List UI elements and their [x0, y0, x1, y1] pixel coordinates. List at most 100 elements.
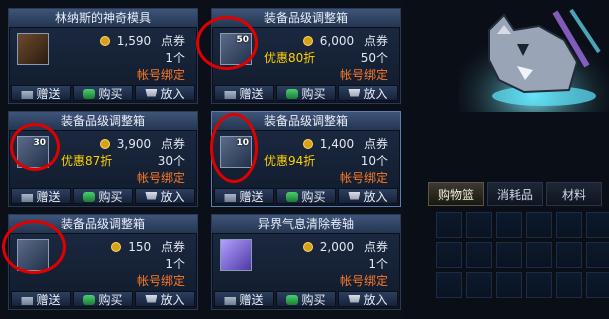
cart-slot[interactable]	[556, 242, 582, 268]
bound-label: 帐号绑定	[136, 171, 185, 185]
buy-button[interactable]: 购买	[276, 85, 336, 101]
price-value: 3,900	[116, 137, 152, 151]
gift-icon	[21, 194, 34, 202]
price: 1,590 点券	[99, 32, 185, 49]
buy-button[interactable]: 购买	[276, 291, 336, 307]
add-to-cart-button[interactable]: 放入	[338, 188, 398, 204]
coin-icon	[111, 242, 122, 252]
discount-label: 优惠80折	[264, 51, 316, 65]
gift-button[interactable]: 赠送	[214, 188, 274, 204]
right-tabs: 购物篮 消耗品 材料	[428, 182, 609, 206]
gift-button[interactable]: 赠送	[214, 291, 274, 307]
add-to-cart-button[interactable]: 放入	[135, 85, 195, 101]
count: 1个	[165, 257, 185, 271]
price-value: 6,000	[319, 34, 355, 48]
tab-consumables[interactable]: 消耗品	[487, 182, 543, 206]
bound-label: 帐号绑定	[136, 68, 185, 82]
cart-slot[interactable]	[586, 242, 609, 268]
cart-slot[interactable]	[556, 272, 582, 298]
cart-slot[interactable]	[526, 212, 552, 238]
count: 30个	[157, 154, 185, 168]
cart-slot[interactable]	[586, 212, 609, 238]
price: 1,400 点券	[302, 135, 388, 152]
coin-icon	[302, 36, 313, 46]
cart-slot[interactable]	[466, 212, 492, 238]
coin-icon	[302, 139, 313, 149]
cart-slot[interactable]	[466, 272, 492, 298]
buy-icon	[286, 295, 299, 305]
item-card[interactable]: 装备品级调整箱 10 1,400 点券 优惠94折 10个 帐号绑定 赠送 购买…	[211, 111, 401, 207]
item-card[interactable]: 装备品级调整箱 50 6,000 点券 优惠80折 50个 帐号绑定 赠送 购买…	[211, 8, 401, 104]
buy-button[interactable]: 购买	[73, 85, 133, 101]
add-to-cart-button[interactable]: 放入	[338, 85, 398, 101]
price-unit: 点券	[160, 137, 185, 151]
cart-icon	[145, 295, 158, 303]
equipment-box-icon[interactable]: 30	[17, 136, 49, 168]
item-title: 装备品级调整箱	[212, 9, 400, 28]
item-card[interactable]: 林纳斯的神奇模具 1,590 点券 1个 帐号绑定 赠送 购买 放入	[8, 8, 198, 104]
item-title: 林纳斯的神奇模具	[9, 9, 197, 28]
add-to-cart-button[interactable]: 放入	[135, 188, 195, 204]
price-value: 2,000	[319, 240, 355, 254]
item-card[interactable]: 异界气息清除卷轴 2,000 点券 1个 帐号绑定 赠送 购买 放入	[211, 214, 401, 310]
item-title: 异界气息清除卷轴	[212, 215, 400, 234]
cart-slot[interactable]	[586, 272, 609, 298]
equipment-box-icon[interactable]: 50	[220, 33, 252, 65]
buy-icon	[286, 192, 299, 202]
price: 2,000 点券	[302, 238, 388, 255]
cart-slot[interactable]	[466, 242, 492, 268]
discount-label: 优惠87折	[61, 154, 113, 168]
cart-slot[interactable]	[496, 242, 522, 268]
item-title: 装备品级调整箱	[9, 112, 197, 131]
add-to-cart-button[interactable]: 放入	[135, 291, 195, 307]
price-unit: 点券	[363, 137, 388, 151]
price: 150 点券	[111, 238, 185, 255]
gift-button[interactable]: 赠送	[11, 291, 71, 307]
actions: 赠送 购买 放入	[11, 188, 195, 204]
icon-quantity: 30	[33, 138, 46, 148]
count: 50个	[360, 51, 388, 65]
mold-icon[interactable]	[17, 33, 49, 65]
price-value: 150	[128, 240, 152, 254]
gift-button[interactable]: 赠送	[11, 85, 71, 101]
buy-icon	[286, 89, 299, 99]
tab-cart[interactable]: 购物篮	[428, 182, 484, 206]
item-grid: 林纳斯的神奇模具 1,590 点券 1个 帐号绑定 赠送 购买 放入 装备品级调…	[8, 8, 404, 316]
cart-slot[interactable]	[496, 212, 522, 238]
wolf-pet-icon	[459, 0, 609, 112]
buy-icon	[83, 192, 96, 202]
equipment-box-icon[interactable]	[17, 239, 49, 271]
count: 1个	[165, 51, 185, 65]
cart-icon	[145, 192, 158, 200]
cart-slot[interactable]	[526, 242, 552, 268]
cart-slot[interactable]	[436, 212, 462, 238]
item-card[interactable]: 装备品级调整箱 150 点券 1个 帐号绑定 赠送 购买 放入	[8, 214, 198, 310]
cart-slot[interactable]	[526, 272, 552, 298]
buy-button[interactable]: 购买	[276, 188, 336, 204]
item-card[interactable]: 装备品级调整箱 30 3,900 点券 优惠87折 30个 帐号绑定 赠送 购买…	[8, 111, 198, 207]
actions: 赠送 购买 放入	[11, 291, 195, 307]
bound-label: 帐号绑定	[339, 171, 388, 185]
buy-button[interactable]: 购买	[73, 188, 133, 204]
scroll-icon[interactable]	[220, 239, 252, 271]
icon-quantity: 50	[236, 35, 249, 45]
gift-icon	[224, 297, 237, 305]
gift-button[interactable]: 赠送	[11, 188, 71, 204]
count: 1个	[368, 257, 388, 271]
price-value: 1,400	[319, 137, 355, 151]
gift-icon	[21, 91, 34, 99]
cart-slot[interactable]	[556, 212, 582, 238]
add-to-cart-button[interactable]: 放入	[338, 291, 398, 307]
cart-slot[interactable]	[496, 272, 522, 298]
discount-label: 优惠94折	[264, 154, 316, 168]
equipment-box-icon[interactable]: 10	[220, 136, 252, 168]
price: 3,900 点券	[99, 135, 185, 152]
tab-materials[interactable]: 材料	[546, 182, 602, 206]
cart-slot[interactable]	[436, 242, 462, 268]
actions: 赠送 购买 放入	[11, 85, 195, 101]
buy-button[interactable]: 购买	[73, 291, 133, 307]
cart-slot[interactable]	[436, 272, 462, 298]
price-unit: 点券	[363, 34, 388, 48]
gift-button[interactable]: 赠送	[214, 85, 274, 101]
price-unit: 点券	[160, 240, 185, 254]
